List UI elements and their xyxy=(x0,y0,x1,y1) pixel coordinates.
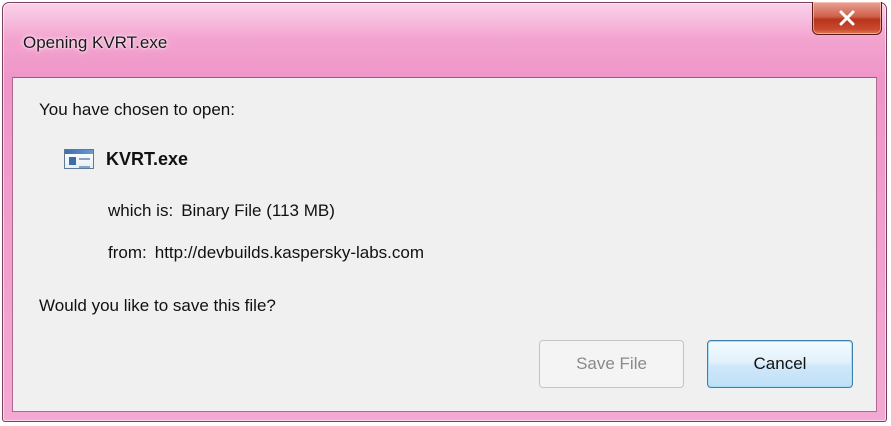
title-bar[interactable]: Opening KVRT.exe xyxy=(3,2,886,83)
file-type-label: which is: xyxy=(108,201,174,220)
close-icon xyxy=(839,10,855,26)
file-type-row: which is: Binary File (113 MB) xyxy=(108,201,335,221)
close-button[interactable] xyxy=(812,2,882,35)
file-name: KVRT.exe xyxy=(106,148,189,169)
file-info-row: KVRT.exe xyxy=(64,147,188,171)
cancel-button[interactable]: Cancel xyxy=(707,340,853,388)
open-prompt-text: You have chosen to open: xyxy=(39,100,235,119)
file-source-label: from: xyxy=(108,243,147,262)
save-file-button[interactable]: Save File xyxy=(539,340,684,388)
window-title: Opening KVRT.exe xyxy=(23,33,168,52)
file-source-row: from: http://devbuilds.kaspersky-labs.com xyxy=(108,243,424,263)
application-window-icon xyxy=(64,149,94,169)
file-source-value: http://devbuilds.kaspersky-labs.com xyxy=(154,243,425,262)
file-type-value: Binary File (113 MB) xyxy=(181,201,335,220)
save-question-text: Would you like to save this file? xyxy=(39,296,276,315)
